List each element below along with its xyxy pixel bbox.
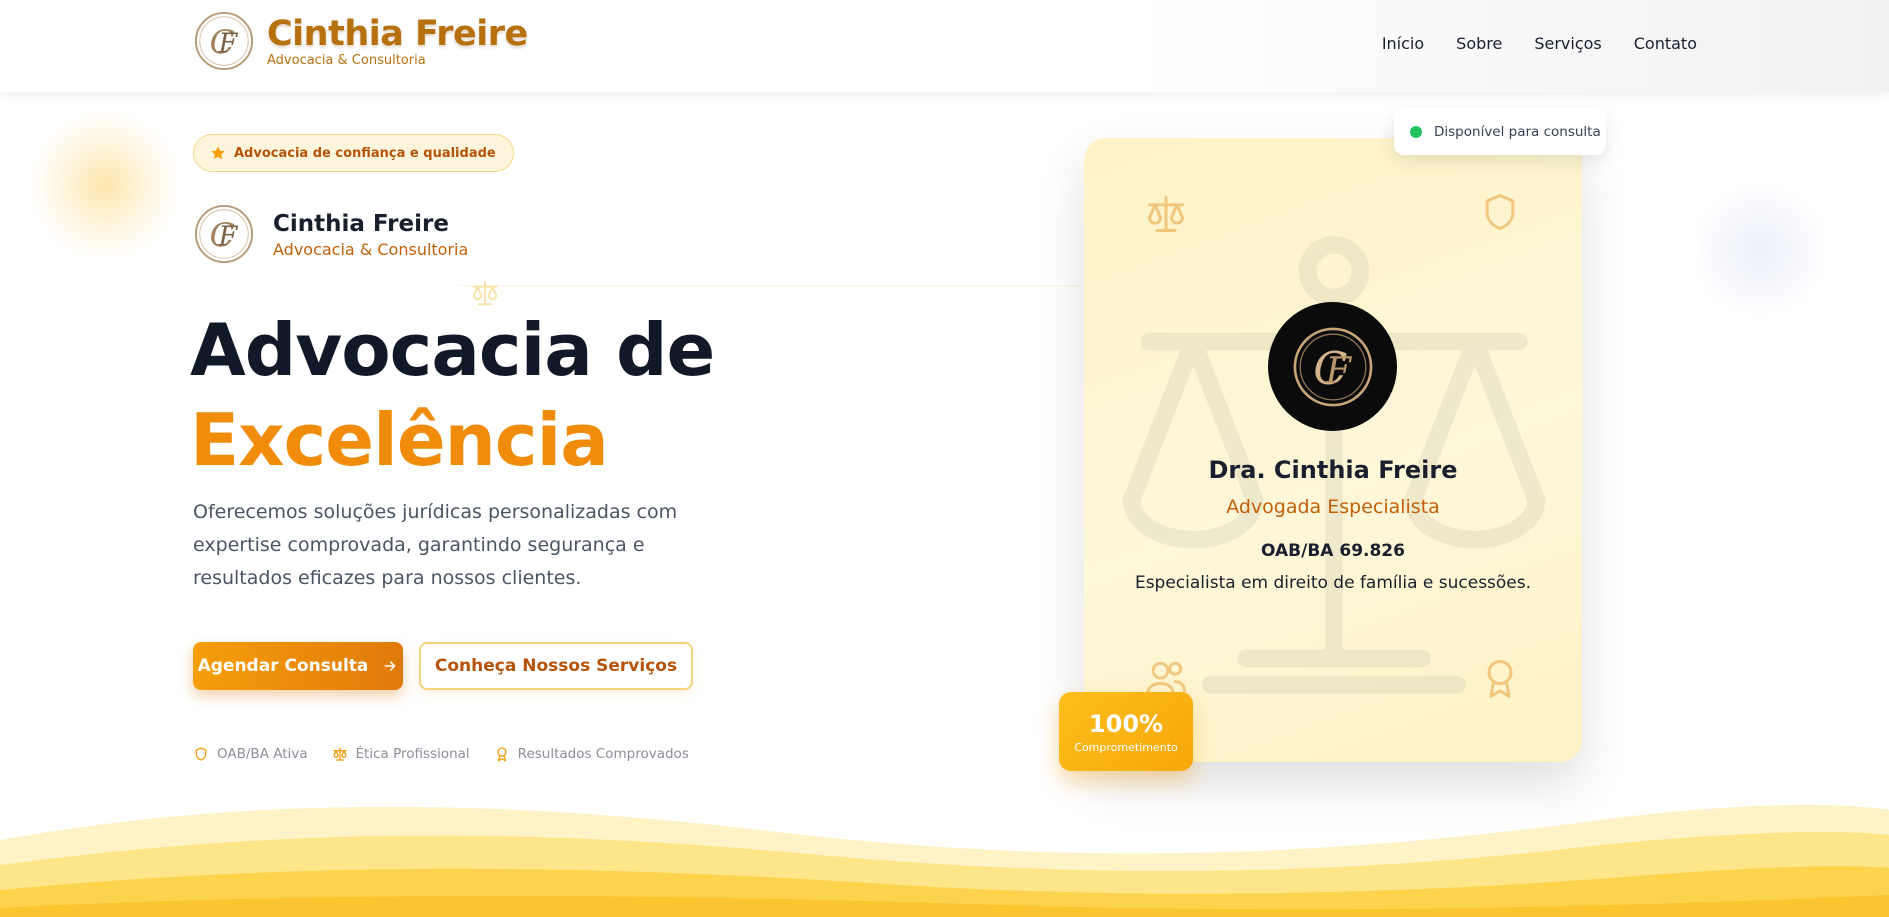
- scale-icon: [472, 280, 498, 306]
- trust-label: Ética Profissional: [355, 746, 470, 762]
- decorative-waves: [0, 804, 1889, 917]
- trust-badge: Advocacia de confiança e qualidade: [193, 134, 514, 172]
- decorative-glow: [1690, 180, 1830, 320]
- lawyer-name: Dra. Cinthia Freire: [1208, 456, 1458, 484]
- svg-text:F: F: [217, 222, 238, 253]
- hero-description: Oferecemos soluções jurídicas personaliz…: [193, 501, 678, 589]
- badge-label: Advocacia de confiança e qualidade: [234, 145, 496, 161]
- lawyer-role: Advogada Especialista: [1226, 496, 1440, 518]
- services-button-label: Conheça Nossos Serviços: [434, 656, 678, 676]
- star-icon: [211, 146, 225, 160]
- trust-item: Resultados Comprovados: [494, 746, 689, 762]
- monogram-logo-icon: C F: [194, 204, 254, 264]
- nav-link-servicos[interactable]: Serviços: [1534, 34, 1601, 53]
- monogram-logo-icon: C F: [194, 11, 254, 71]
- main-nav: Início Sobre Serviços Contato: [1382, 34, 1697, 53]
- scale-icon: [332, 747, 347, 761]
- profile-name: Cinthia Freire: [273, 210, 449, 237]
- trust-item: OAB/BA Ativa: [193, 746, 308, 762]
- profile-tagline: Advocacia & Consultoria: [273, 239, 469, 259]
- scale-icon: [1148, 196, 1184, 232]
- trust-label: Resultados Comprovados: [517, 746, 689, 762]
- status-dot-icon: [1410, 125, 1422, 138]
- commitment-stat: 100% Comprometimento: [1059, 692, 1193, 771]
- oab-number: OAB/BA 69.826: [1261, 541, 1405, 561]
- nav-link-sobre[interactable]: Sobre: [1456, 34, 1502, 53]
- profile-block: C F Cinthia Freire Advocacia & Consultor…: [193, 203, 468, 265]
- schedule-consultation-button[interactable]: Agendar Consulta: [193, 642, 403, 690]
- brand-name: Cinthia Freire: [267, 14, 528, 54]
- stat-value: 100%: [1088, 709, 1164, 738]
- svg-text:F: F: [1324, 348, 1352, 391]
- nav-link-contato[interactable]: Contato: [1634, 34, 1697, 53]
- brand-tagline: Advocacia & Consultoria: [267, 53, 426, 68]
- award-icon: [497, 747, 507, 762]
- svg-text:F: F: [217, 29, 238, 60]
- availability-status: Disponível para consulta: [1394, 108, 1606, 155]
- nav-link-inicio[interactable]: Início: [1382, 34, 1424, 53]
- site-header: C F Cinthia Freire Advocacia & Consultor…: [0, 0, 1889, 92]
- award-icon: [1487, 660, 1513, 698]
- decorative-glow: [30, 110, 180, 260]
- avatar: C F: [1268, 302, 1397, 431]
- decorative-line: [460, 285, 1080, 286]
- profile-card: [1084, 138, 1582, 762]
- trust-item: Ética Profissional: [332, 746, 470, 762]
- stat-label: Comprometimento: [1074, 740, 1178, 754]
- trust-label: OAB/BA Ativa: [217, 746, 308, 762]
- status-label: Disponível para consulta: [1434, 123, 1601, 140]
- shield-icon: [1485, 194, 1515, 230]
- monogram-logo-icon: C F: [1293, 327, 1372, 406]
- trust-indicators: OAB/BA Ativa Ética Profissional Resultad…: [193, 746, 689, 762]
- specialty-text: Especialista em direito de família e suc…: [1134, 573, 1532, 593]
- hero-title-line1: Advocacia de: [190, 308, 715, 392]
- hero-title-line2: Excelência: [190, 398, 609, 482]
- schedule-consultation-label: Agendar Consulta: [197, 656, 369, 676]
- services-button[interactable]: Conheça Nossos Serviços: [419, 642, 693, 690]
- brand-logo-link[interactable]: C F Cinthia Freire Advocacia & Consultor…: [193, 10, 528, 72]
- shield-icon: [195, 747, 207, 761]
- arrow-right-icon: [385, 661, 396, 671]
